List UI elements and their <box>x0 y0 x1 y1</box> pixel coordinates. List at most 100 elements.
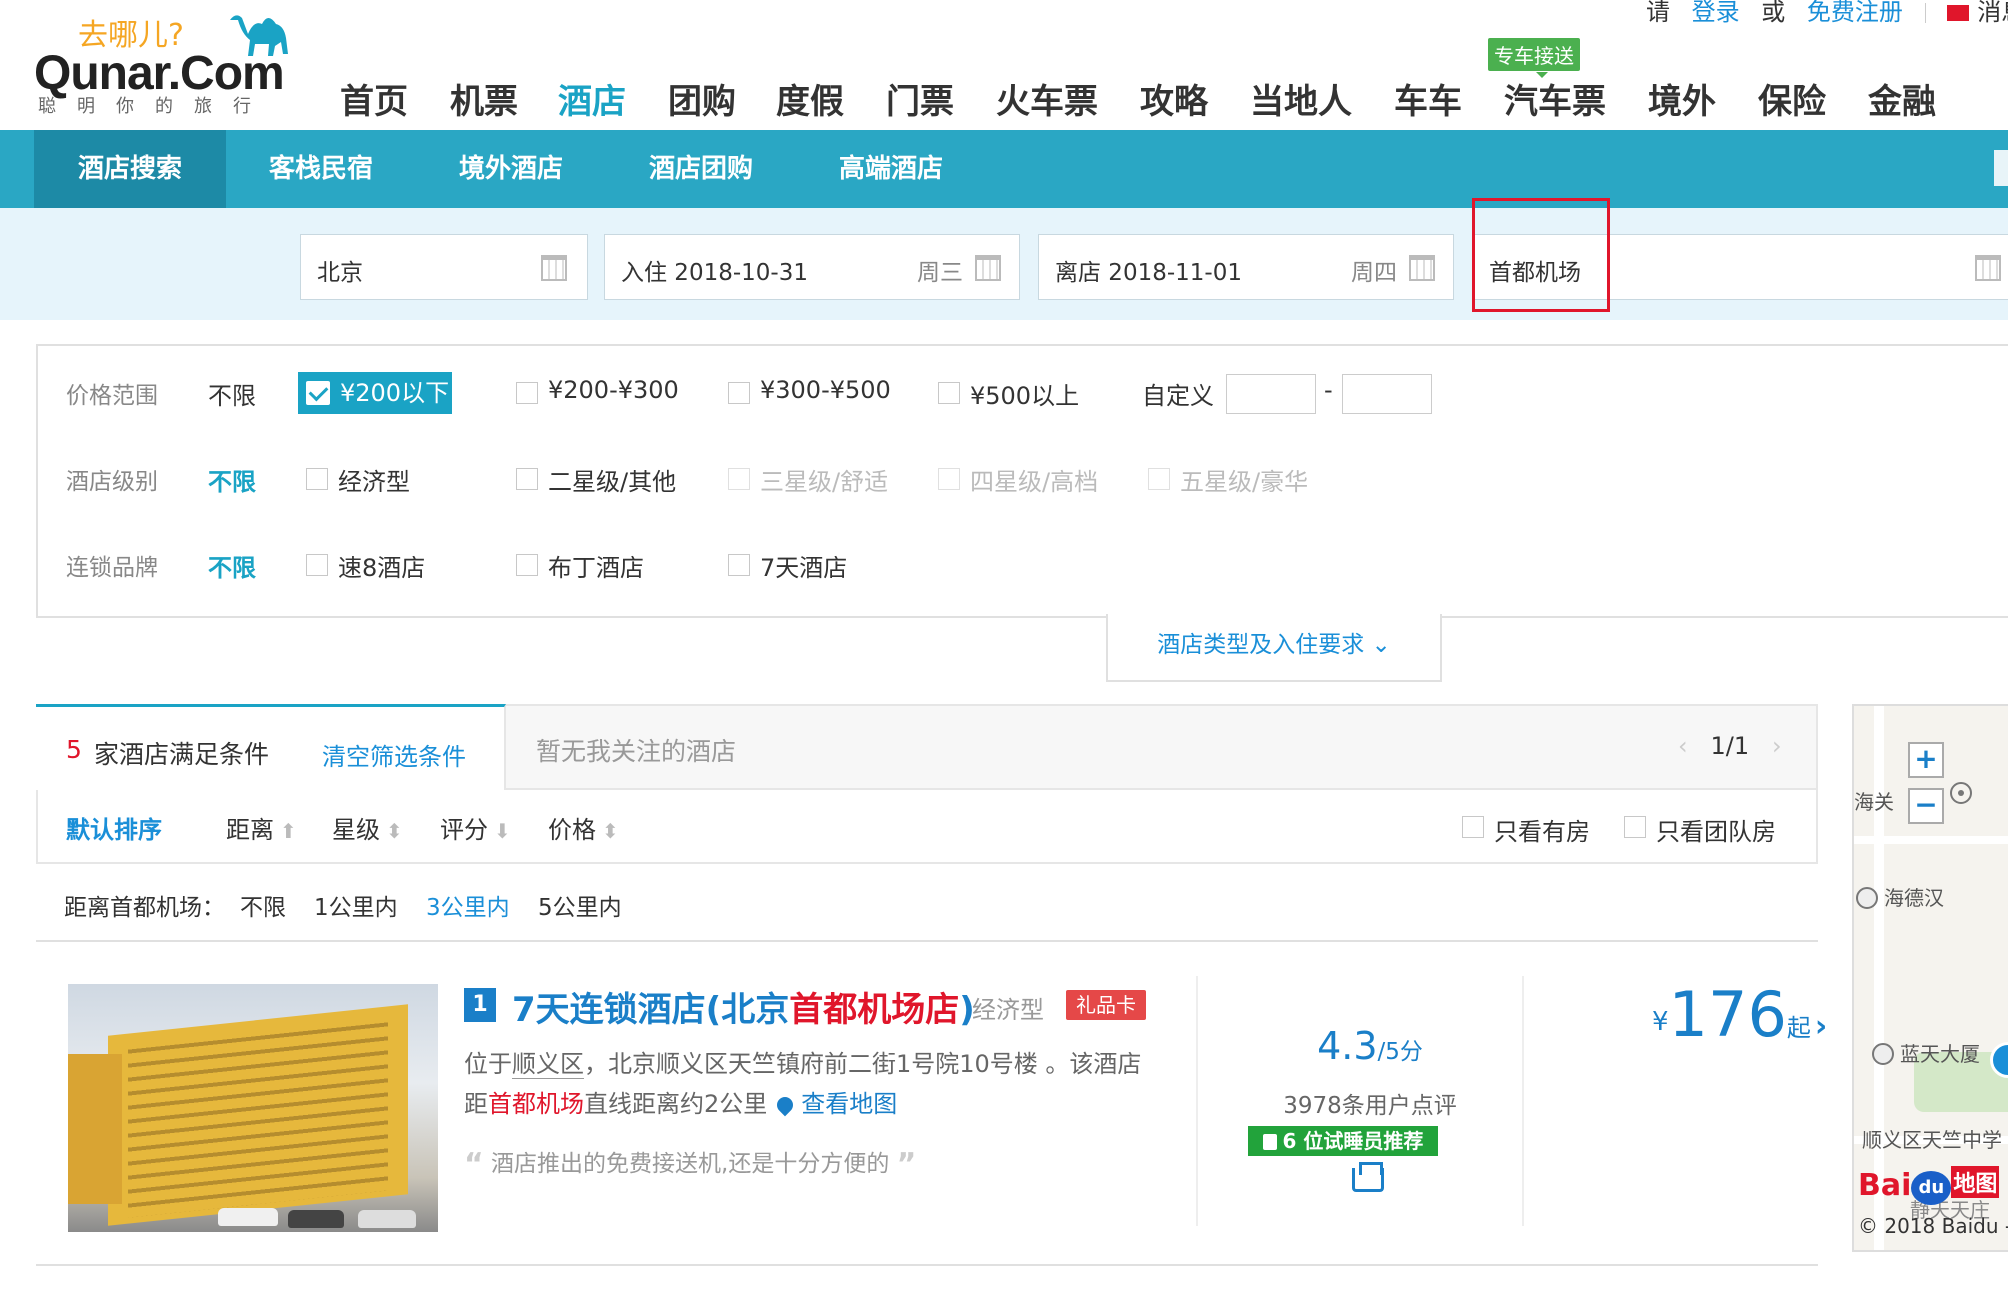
sort-star[interactable]: 星级 ⬍ <box>332 810 403 845</box>
level-economy-label[interactable]: 经济型 <box>338 462 410 497</box>
brand-pod-inn-label[interactable]: 布丁酒店 <box>548 548 644 583</box>
subnav-luxury-hotels[interactable]: 高端酒店 <box>796 130 986 208</box>
card-divider <box>1196 976 1198 1226</box>
map-zoom-in-button[interactable]: + <box>1908 742 1944 778</box>
brand-7days-label[interactable]: 7天酒店 <box>760 548 847 583</box>
hotel-level-label: 酒店级别 <box>66 469 158 495</box>
only-group-checkbox[interactable] <box>1624 816 1646 838</box>
nav-home[interactable]: 首页 <box>340 74 408 123</box>
only-group-label[interactable]: 只看团队房 <box>1656 812 1776 847</box>
only-available-checkbox[interactable] <box>1462 816 1484 838</box>
distance-5km[interactable]: 5公里内 <box>538 888 622 922</box>
nav-guides[interactable]: 攻略 <box>1140 74 1208 123</box>
sort-rating[interactable]: 评分 ⬇ <box>440 810 511 845</box>
hotel-photo[interactable] <box>68 984 438 1232</box>
checkout-weekday: 周四 <box>1351 260 1397 286</box>
checkin-calendar-icon[interactable] <box>975 255 1001 281</box>
messages-link[interactable]: 消息 <box>1977 0 2008 26</box>
price-200-300-label[interactable]: ¥200-¥300 <box>548 376 679 404</box>
subnav-hotel-group-buy[interactable]: 酒店团购 <box>606 130 796 208</box>
checkin-date-input[interactable]: 入住 2018-10-31 周三 <box>604 234 1020 300</box>
price-300-500-checkbox[interactable] <box>728 382 750 404</box>
checkout-date-input[interactable]: 离店 2018-11-01 周四 <box>1038 234 1454 300</box>
level-5star-label: 五星级/豪华 <box>1180 468 1309 496</box>
price-range-label: 价格范围 <box>66 383 158 409</box>
hotel-score[interactable]: 4.3/5分 <box>1222 1024 1518 1068</box>
checkout-calendar-icon[interactable] <box>1409 255 1435 281</box>
trial-text: 6 位试睡员推荐 <box>1282 1129 1424 1153</box>
district-link[interactable]: 顺义区 <box>512 1050 584 1079</box>
price-any-option[interactable]: 不限 <box>208 376 256 411</box>
nav-tickets[interactable]: 门票 <box>886 74 954 123</box>
only-available-label[interactable]: 只看有房 <box>1494 812 1590 847</box>
price-over-500-label[interactable]: ¥500以上 <box>970 376 1079 411</box>
review-count-link[interactable]: 3978条用户点评 <box>1222 1086 1518 1120</box>
nav-flights[interactable]: 机票 <box>450 74 518 123</box>
nav-vacation[interactable]: 度假 <box>776 74 844 123</box>
subnav-overseas-hotels[interactable]: 境外酒店 <box>416 130 606 208</box>
subnav-right-button[interactable] <box>1994 150 2008 186</box>
nav-finance[interactable]: 金融 <box>1868 74 1936 123</box>
distance-3km[interactable]: 3公里内 <box>426 888 510 922</box>
trial-sleeper-badge: 6 位试睡员推荐 <box>1248 1126 1438 1156</box>
gift-card-badge: 礼品卡 <box>1066 990 1146 1020</box>
nav-hotels[interactable]: 酒店 <box>558 74 626 123</box>
nav-train[interactable]: 火车票 <box>996 74 1098 123</box>
brand-any-option[interactable]: 不限 <box>208 548 256 583</box>
sort-price[interactable]: 价格 ⬍ <box>548 810 619 845</box>
map-locate-icon[interactable] <box>1950 782 1972 804</box>
login-link[interactable]: 登录 <box>1692 0 1740 26</box>
poi-icon <box>1872 1043 1894 1065</box>
city-input[interactable]: 北京 <box>300 234 588 300</box>
pager-status: 1/1 <box>1710 732 1750 760</box>
hotel-price-link[interactable]: ¥176起 › <box>1652 978 1827 1051</box>
keyword-list-icon[interactable] <box>1975 255 2001 281</box>
brand-super8-label[interactable]: 速8酒店 <box>338 548 425 583</box>
level-5star-checkbox <box>1148 468 1170 490</box>
result-count: 5 <box>66 735 82 764</box>
brand-7days-checkbox[interactable] <box>728 554 750 576</box>
pager-next-icon[interactable]: › <box>1772 732 1782 760</box>
nav-locals[interactable]: 当地人 <box>1250 74 1352 123</box>
level-2star-checkbox[interactable] <box>516 468 538 490</box>
clear-filters-link[interactable]: 清空筛选条件 <box>322 737 466 772</box>
price-200-300-checkbox[interactable] <box>516 382 538 404</box>
level-economy-checkbox[interactable] <box>306 468 328 490</box>
custom-price-max-input[interactable] <box>1342 374 1432 414</box>
tab-matching-hotels[interactable]: 5 家酒店满足条件 清空筛选条件 <box>36 704 506 792</box>
level-2star-label[interactable]: 二星级/其他 <box>548 462 676 497</box>
subnav-inns[interactable]: 客栈民宿 <box>226 130 416 208</box>
price-over-500-checkbox[interactable] <box>938 382 960 404</box>
hotel-name-link[interactable]: 7天连锁酒店(北京首都机场店) <box>512 982 975 1031</box>
map-road <box>1854 836 2008 844</box>
map-zoom-out-button[interactable]: − <box>1908 788 1944 824</box>
city-list-icon[interactable] <box>541 255 567 281</box>
custom-price-label: 自定义 <box>1142 382 1214 410</box>
baidu-logo-text: Bai <box>1858 1168 1912 1203</box>
nav-overseas[interactable]: 境外 <box>1648 74 1716 123</box>
custom-price-min-input[interactable] <box>1226 374 1316 414</box>
tab-followed-hotels[interactable]: 暂无我关注的酒店 <box>536 732 736 768</box>
map-label: 顺义区天竺中学 <box>1862 1128 2002 1152</box>
sort-both-icon: ⬍ <box>602 819 619 843</box>
price-under-200-chip[interactable]: ¥200以下 <box>298 372 452 414</box>
sort-distance[interactable]: 距离 ⬆ <box>226 810 297 845</box>
distance-any[interactable]: 不限 <box>240 888 286 922</box>
more-filters-toggle[interactable]: 酒店类型及入住要求 ⌄ <box>1106 614 1442 682</box>
sort-default[interactable]: 默认排序 <box>66 810 162 845</box>
map-panel[interactable]: + − 海关 海德汉 蓝天大厦 顺义区天竺中学 静天天庄 Bai du 地图 © 2… <box>1852 704 2008 1252</box>
chevron-down-icon: ⌄ <box>1371 632 1391 658</box>
brand-super8-checkbox[interactable] <box>306 554 328 576</box>
distance-1km[interactable]: 1公里内 <box>314 888 398 922</box>
level-any-option[interactable]: 不限 <box>208 462 256 497</box>
view-map-link[interactable]: 查看地图 <box>801 1090 897 1118</box>
nav-bus[interactable]: 汽车票 <box>1504 74 1606 123</box>
nav-cars[interactable]: 车车 <box>1394 74 1462 123</box>
nav-group-buy[interactable]: 团购 <box>668 74 736 123</box>
brand-pod-inn-checkbox[interactable] <box>516 554 538 576</box>
price-300-500-label[interactable]: ¥300-¥500 <box>760 376 891 404</box>
subnav-hotel-search[interactable]: 酒店搜索 <box>34 130 226 208</box>
nav-insurance[interactable]: 保险 <box>1758 74 1826 123</box>
register-link[interactable]: 免费注册 <box>1807 0 1903 26</box>
pager-prev-icon[interactable]: ‹ <box>1678 732 1688 760</box>
